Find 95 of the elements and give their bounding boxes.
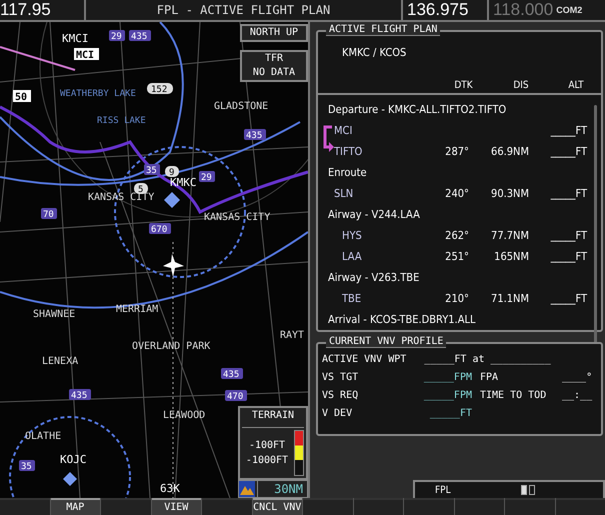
altitude-field[interactable]: _____FT (529, 292, 587, 305)
highway-shield: 35 (144, 164, 160, 176)
terrain-level: -100FT (248, 440, 286, 451)
terrain-level: -1000FT (246, 455, 288, 466)
waypoint-name[interactable]: LAA (322, 250, 421, 263)
page-title: FPL - ACTIVE FLIGHT PLAN (156, 3, 330, 17)
field-value: _____FPM (422, 390, 472, 401)
flight-plan-segment[interactable]: Enroute (322, 162, 587, 183)
flight-plan-segment[interactable]: Departure - KMKC-ALL.TIFTO2.TIFTO (322, 99, 587, 120)
city-label: SHAWNEE (33, 309, 76, 320)
leg-distance: 66.9NM (490, 145, 529, 158)
field-value: ____° (562, 372, 594, 383)
altitude-field[interactable]: _____FT (529, 187, 587, 200)
terrain-icon (239, 481, 255, 497)
desired-track: 262° (444, 229, 469, 242)
flight-plan-segment[interactable]: Airway - V244.LAA (322, 204, 587, 225)
map-label-box: MCI (74, 48, 99, 61)
field-value: _____FPM (422, 372, 472, 383)
altitude-field[interactable]: _____FT (529, 145, 587, 158)
column-header: ALT (567, 80, 585, 91)
altitude-field[interactable]: _____FT (529, 124, 587, 137)
lake-label: WEATHERBY LAKE (60, 89, 136, 99)
field-label: VS REQ (322, 390, 360, 401)
panel-title: CURRENT VNV PROFILE (326, 336, 446, 348)
field-value: _____FT (428, 408, 472, 419)
route-marker: 152 (147, 83, 173, 95)
city-label: LENEXA (42, 356, 78, 367)
map-range: 30NM (257, 481, 307, 497)
field-label: ACTIVE VNV WPT (322, 354, 406, 365)
flight-plan-segment[interactable]: Airway - V263.TBE (322, 267, 587, 288)
city-label: KANSAS CITY (204, 212, 270, 223)
airport-label: KOJC (60, 453, 86, 466)
flight-plan-segment[interactable]: Arrival - KCOS-TBE.DBRY1.ALL (322, 309, 587, 330)
nav-frequency: 117.95 (0, 0, 51, 20)
highway-shield: 435 (69, 389, 91, 401)
waypoint-name[interactable]: MCI (322, 124, 421, 137)
leg-distance: 77.7NM (490, 229, 529, 242)
desired-track: 287° (444, 145, 469, 158)
city-label: MERRIAM (116, 304, 158, 315)
panel-title: ACTIVE FLIGHT PLAN (326, 24, 440, 36)
map-label-box: 50 (13, 90, 31, 103)
highway-shield: 29 (109, 30, 125, 42)
waypoint-name[interactable]: TBE (322, 292, 421, 305)
airport-label: KMCI (62, 32, 88, 45)
airport-label: KMKC (170, 176, 196, 189)
desired-track: 240° (444, 187, 469, 200)
airport-label: 63K (160, 482, 180, 495)
page-group-name: FPL (435, 484, 451, 496)
field-label: TIME TO TOD (479, 390, 548, 401)
highway-shield: 35 (19, 460, 35, 472)
orientation-label: NORTH UP (240, 24, 308, 42)
waypoint-name[interactable]: HYS (322, 229, 421, 242)
softkey[interactable]: VIEW (152, 498, 201, 515)
city-label: LEAWOOD (163, 410, 206, 421)
city-label: OVERLAND PARK (132, 341, 210, 352)
city-label: GLADSTONE (214, 101, 268, 112)
highway-shield: 70 (41, 208, 57, 220)
leg-distance: 71.1NM (490, 292, 529, 305)
com-label: COM2 (556, 5, 582, 15)
tfr-label: TFR (264, 52, 284, 66)
altitude-field[interactable]: _____FT (529, 229, 587, 242)
altitude-field[interactable]: _____FT (529, 250, 587, 263)
desired-track: 251° (444, 250, 469, 263)
highway-shield: 470 (225, 390, 247, 402)
highway-shield: 435 (244, 129, 266, 141)
city-label: RAYT (280, 330, 304, 341)
com-standby-frequency: 118.000 (493, 0, 554, 20)
field-label: V DEV (322, 408, 354, 419)
terrain-title: TERRAIN (242, 410, 304, 428)
softkey[interactable]: CNCL VNV (252, 498, 302, 515)
waypoint-name[interactable]: TIFTO (322, 145, 421, 158)
highway-shield: 435 (129, 30, 151, 42)
field-value: __:__ (562, 390, 594, 401)
route-label: KMKC / KCOS (341, 45, 408, 61)
tfr-status: NO DATA (252, 66, 296, 80)
softkey[interactable]: MAP (50, 498, 100, 515)
highway-shield: 670 (149, 223, 171, 235)
highway-shield: 435 (221, 368, 243, 380)
waypoint-name[interactable]: SLN (322, 187, 421, 200)
terrain-color-bar (294, 430, 304, 476)
field-label: FPA (479, 372, 500, 383)
city-label: OLATHE (25, 431, 62, 442)
leg-distance: 90.3NM (490, 187, 529, 200)
airport-icon (164, 192, 180, 208)
aircraft-icon (163, 254, 184, 277)
airport-icon (63, 472, 77, 486)
leg-distance: 165NM (493, 250, 529, 263)
field-label: VS TGT (322, 372, 360, 383)
lake-label: RISS LAKE (97, 116, 146, 126)
com-active-frequency: 136.975 (407, 0, 468, 20)
field-value: _____FT at __________ (424, 354, 551, 365)
column-header: DIS (512, 80, 530, 91)
highway-shield: 29 (199, 171, 215, 183)
column-header: DTK (453, 80, 474, 91)
desired-track: 210° (444, 292, 469, 305)
